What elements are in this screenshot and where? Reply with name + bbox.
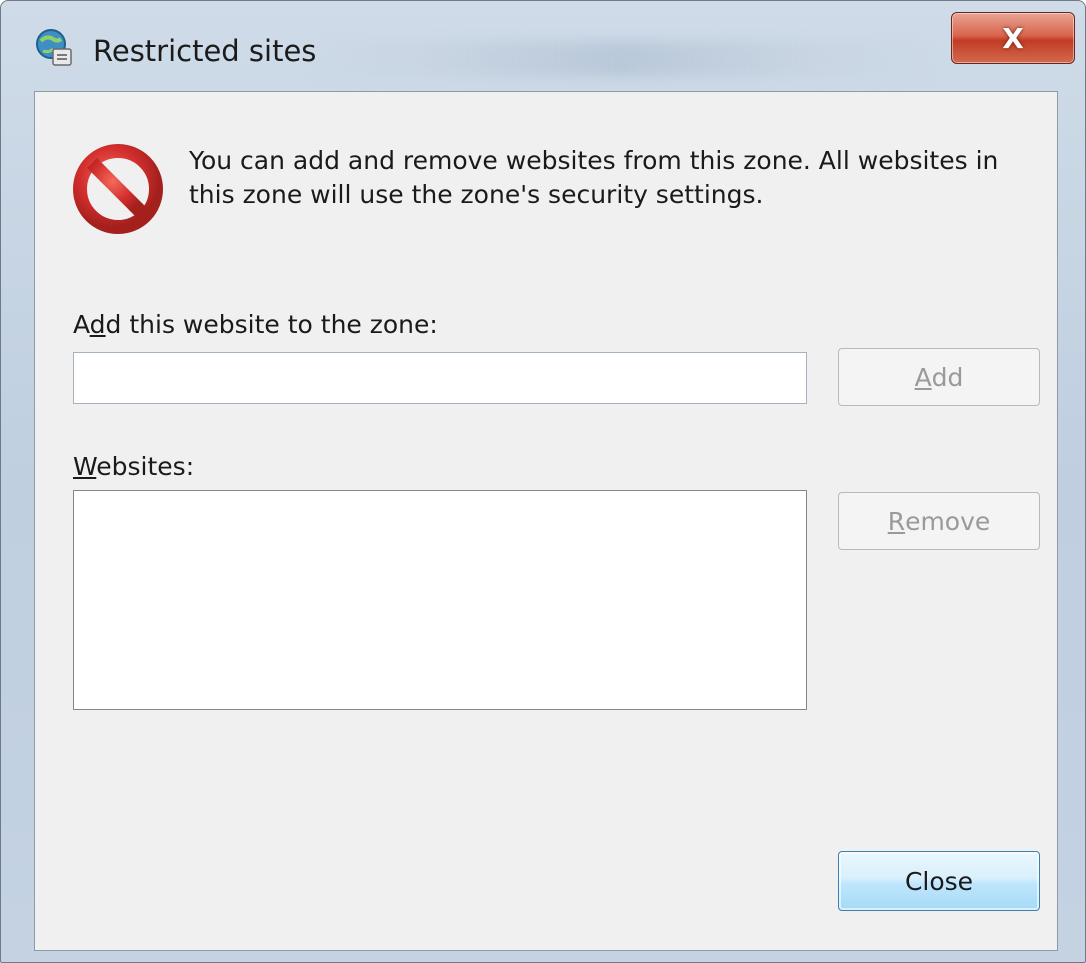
restricted-sites-dialog: Restricted sites X You can add and remov [0, 0, 1086, 963]
zone-description: You can add and remove websites from thi… [189, 146, 999, 209]
add-button[interactable]: Add [838, 348, 1040, 406]
websites-list[interactable] [73, 490, 807, 710]
website-url-input[interactable] [73, 352, 807, 404]
window-close-button[interactable]: X [951, 12, 1075, 64]
close-button[interactable]: Close [838, 851, 1040, 911]
globe-lock-icon [33, 27, 75, 69]
dialog-client-area: You can add and remove websites from thi… [34, 91, 1058, 951]
remove-button[interactable]: Remove [838, 492, 1040, 550]
no-entry-icon [73, 144, 163, 234]
window-title: Restricted sites [93, 34, 317, 68]
title-bar[interactable]: Restricted sites X [1, 1, 1085, 89]
title-bar-glass [301, 41, 941, 77]
close-icon: X [1002, 21, 1024, 55]
websites-label: Websites: [73, 452, 195, 481]
add-website-label: Add this website to the zone: [73, 310, 438, 339]
